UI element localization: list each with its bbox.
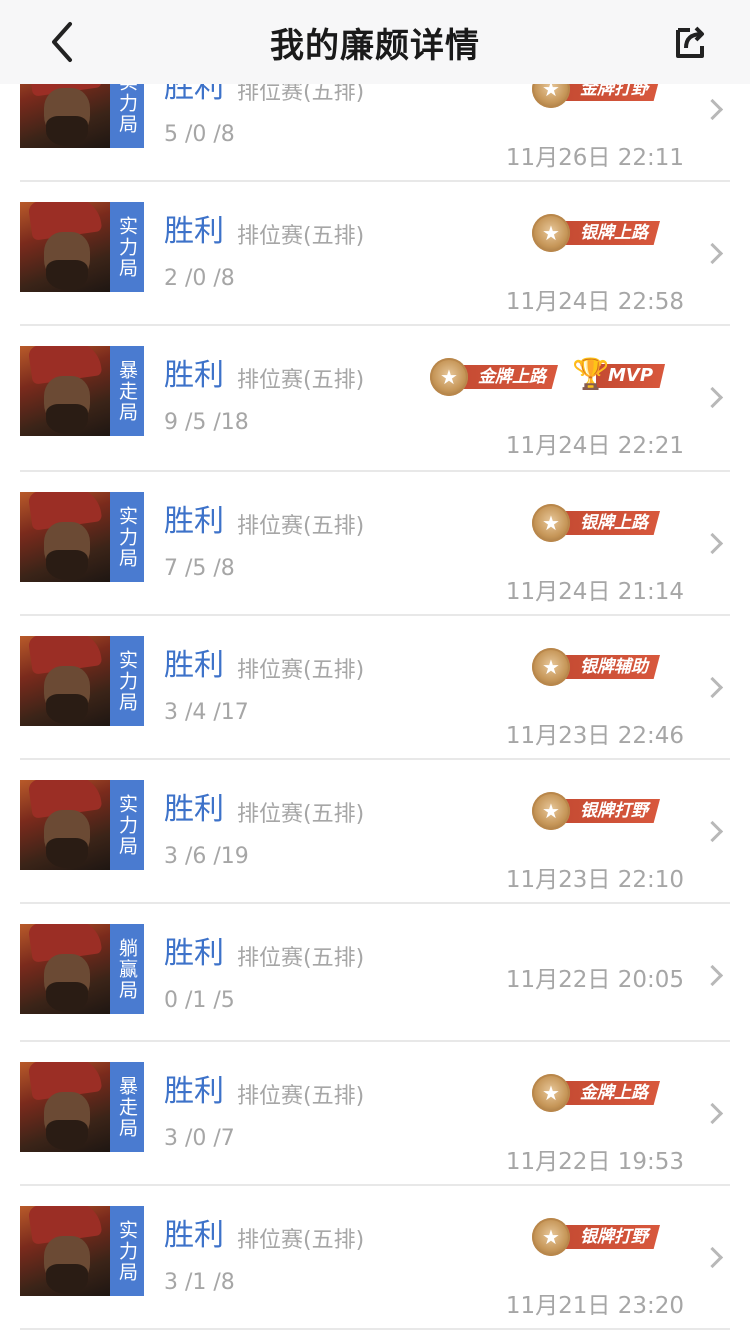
match-row[interactable]: 实力局 胜利 排位赛(五排) 3 /6 /19 11月23日 22:10 银牌打… — [20, 760, 730, 904]
match-time: 11月24日 22:58 — [505, 289, 684, 315]
match-mode: 排位赛(五排) — [237, 802, 365, 827]
page-title: 我的廉颇详情 — [270, 25, 480, 66]
match-tag: 实力局 — [110, 1206, 144, 1296]
chevron-right-icon — [701, 1102, 724, 1125]
match-row[interactable]: 暴走局 胜利 排位赛(五排) 3 /0 /7 11月22日 19:53 金牌上路… — [20, 1042, 730, 1186]
match-result: 胜利 — [164, 936, 224, 971]
match-row[interactable]: 暴走局 胜利 排位赛(五排) 9 /5 /18 11月24日 22:21 金牌上… — [20, 326, 730, 472]
match-kda: 5 /0 /8 — [164, 122, 235, 147]
match-row[interactable]: 实力局 胜利 排位赛(五排) 3 /1 /8 11月21日 23:20 银牌打野… — [20, 1186, 730, 1330]
match-result: 胜利 — [164, 504, 224, 539]
hero-avatar — [20, 1062, 110, 1152]
medal-icon: ★ — [532, 1074, 570, 1112]
honor-badge: 金牌上路 ★ — [532, 1074, 672, 1112]
honor-badge: 银牌上路 ★ — [532, 504, 672, 542]
honor-badge: 金牌上路 ★ — [430, 358, 570, 396]
share-icon — [676, 26, 704, 58]
match-time: 11月24日 21:14 — [505, 579, 684, 605]
match-result: 胜利 — [164, 1074, 224, 1109]
match-tag: 实力局 — [110, 202, 144, 292]
match-time: 11月22日 19:53 — [505, 1149, 684, 1175]
match-time: 11月23日 22:10 — [505, 867, 684, 893]
share-button[interactable] — [666, 20, 710, 64]
match-kda: 9 /5 /18 — [164, 410, 249, 435]
match-mode: 排位赛(五排) — [237, 946, 365, 971]
match-time: 11月24日 22:21 — [505, 433, 684, 459]
chevron-right-icon — [701, 1246, 724, 1269]
medal-icon: ★ — [430, 358, 468, 396]
match-kda: 7 /5 /8 — [164, 556, 235, 581]
medal-icon: ★ — [532, 504, 570, 542]
hero-avatar — [20, 492, 110, 582]
chevron-right-icon — [701, 676, 724, 699]
match-result: 胜利 — [164, 792, 224, 827]
match-time: 11月22日 20:05 — [505, 967, 684, 993]
medal-icon: ★ — [532, 648, 570, 686]
nav-header: 我的廉颇详情 — [0, 0, 750, 84]
medal-icon: ★ — [532, 792, 570, 830]
trophy-icon: 🏆 — [572, 357, 610, 392]
chevron-right-icon — [701, 242, 724, 265]
chevron-right-icon — [701, 386, 724, 409]
match-kda: 2 /0 /8 — [164, 266, 235, 291]
match-mode: 排位赛(五排) — [237, 368, 365, 393]
match-row[interactable]: 躺赢局 胜利 排位赛(五排) 0 /1 /5 11月22日 20:05 — [20, 904, 730, 1042]
medal-icon: ★ — [532, 214, 570, 252]
back-button[interactable] — [40, 18, 88, 66]
match-mode: 排位赛(五排) — [237, 1084, 365, 1109]
honor-badge: 银牌打野 ★ — [532, 1218, 672, 1256]
match-result: 胜利 — [164, 648, 224, 683]
hero-avatar — [20, 202, 110, 292]
match-tag: 实力局 — [110, 636, 144, 726]
match-list: 实力局 胜利 排位赛(五排) 5 /0 /8 11月26日 22:11 金牌打野… — [0, 0, 750, 1330]
chevron-right-icon — [701, 964, 724, 987]
match-row[interactable]: 实力局 胜利 排位赛(五排) 7 /5 /8 11月24日 21:14 银牌上路… — [20, 472, 730, 616]
match-tag: 实力局 — [110, 780, 144, 870]
match-mode: 排位赛(五排) — [237, 224, 365, 249]
match-time: 11月26日 22:11 — [505, 145, 684, 171]
chevron-right-icon — [701, 98, 724, 121]
match-row[interactable]: 实力局 胜利 排位赛(五排) 2 /0 /8 11月24日 22:58 银牌上路… — [20, 182, 730, 326]
hero-avatar — [20, 924, 110, 1014]
match-result: 胜利 — [164, 1218, 224, 1253]
match-kda: 0 /1 /5 — [164, 988, 235, 1013]
match-kda: 3 /6 /19 — [164, 844, 249, 869]
match-time: 11月21日 23:20 — [505, 1293, 684, 1319]
match-result: 胜利 — [164, 358, 224, 393]
match-tag: 暴走局 — [110, 346, 144, 436]
match-kda: 3 /1 /8 — [164, 1270, 235, 1295]
honor-badge: 银牌辅助 ★ — [532, 648, 672, 686]
hero-avatar — [20, 346, 110, 436]
match-mode: 排位赛(五排) — [237, 658, 365, 683]
medal-icon: ★ — [532, 1218, 570, 1256]
hero-avatar — [20, 780, 110, 870]
chevron-left-icon — [52, 22, 72, 62]
chevron-right-icon — [701, 532, 724, 555]
match-time: 11月23日 22:46 — [505, 723, 684, 749]
match-result: 胜利 — [164, 214, 224, 249]
match-tag: 躺赢局 — [110, 924, 144, 1014]
hero-avatar — [20, 1206, 110, 1296]
honor-badge: 银牌打野 ★ — [532, 792, 672, 830]
honor-badge: 银牌上路 ★ — [532, 214, 672, 252]
match-tag: 实力局 — [110, 492, 144, 582]
match-mode: 排位赛(五排) — [237, 514, 365, 539]
hero-avatar — [20, 636, 110, 726]
match-kda: 3 /4 /17 — [164, 700, 249, 725]
mvp-badge: MVP 🏆 — [572, 356, 672, 396]
match-tag: 暴走局 — [110, 1062, 144, 1152]
chevron-right-icon — [701, 820, 724, 843]
match-mode: 排位赛(五排) — [237, 1228, 365, 1253]
match-kda: 3 /0 /7 — [164, 1126, 235, 1151]
match-row[interactable]: 实力局 胜利 排位赛(五排) 3 /4 /17 11月23日 22:46 银牌辅… — [20, 616, 730, 760]
